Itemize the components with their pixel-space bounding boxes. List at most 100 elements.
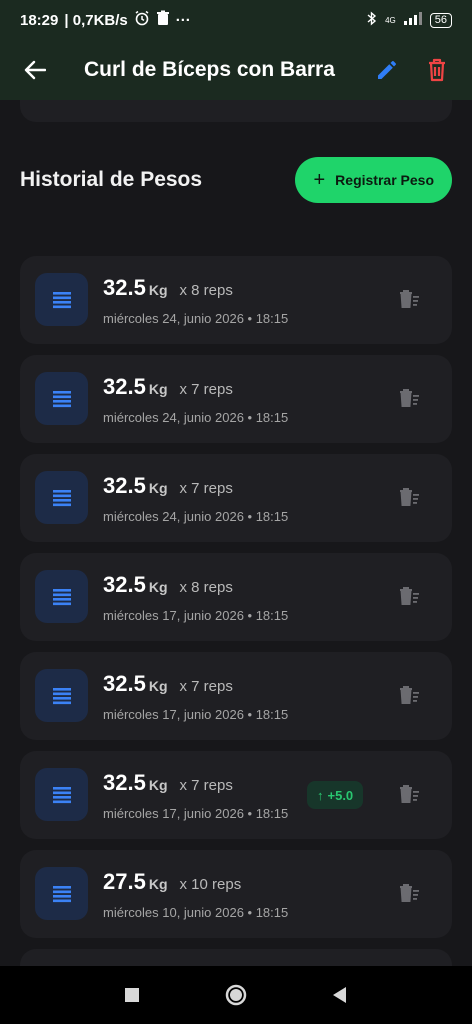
entry-reps: x 10 reps	[179, 876, 242, 893]
triangle-back-icon	[333, 987, 346, 1003]
arrow-up-icon: ↑	[317, 787, 324, 803]
list-icon	[35, 471, 88, 524]
weight-line: 32.5 Kg x 7 reps	[103, 671, 233, 697]
home-button[interactable]	[216, 975, 256, 1015]
delete-sweep-icon	[397, 486, 421, 513]
history-entry-card[interactable]: 27.5 Kg x 10 reps miércoles 10, junio 20…	[20, 850, 452, 938]
delete-exercise-button[interactable]	[420, 53, 454, 87]
delete-sweep-icon	[397, 882, 421, 909]
weight-line: 32.5 Kg x 7 reps	[103, 473, 233, 499]
status-speed: | 0,7KB/s	[64, 11, 128, 29]
square-recents-icon	[125, 988, 139, 1002]
delete-sweep-icon	[397, 783, 421, 810]
history-header: Historial de Pesos + Registrar Peso	[20, 156, 452, 204]
delete-entry-button[interactable]	[394, 583, 424, 613]
entry-date: miércoles 10, junio 2026 • 18:15	[103, 905, 289, 920]
entry-date: miércoles 24, junio 2026 • 18:15	[103, 509, 289, 524]
status-time: 18:29	[20, 11, 59, 29]
entry-reps: x 8 reps	[179, 579, 233, 596]
history-entry-card-partial[interactable]	[20, 949, 452, 966]
alarm-icon	[134, 10, 150, 30]
circle-home-icon	[225, 984, 247, 1006]
history-entry-card[interactable]: 32.5 Kg x 7 reps miércoles 24, junio 202…	[20, 454, 452, 542]
entry-unit: Kg	[148, 381, 168, 397]
entry-date: miércoles 17, junio 2026 • 18:15	[103, 608, 289, 623]
delete-entry-button[interactable]	[394, 385, 424, 415]
history-entry-card[interactable]: 32.5 Kg x 8 reps miércoles 24, junio 202…	[20, 256, 452, 344]
list-icon	[35, 768, 88, 821]
weight-line: 32.5 Kg x 8 reps	[103, 572, 233, 598]
delete-entry-button[interactable]	[394, 682, 424, 712]
exercise-summary-card	[20, 100, 452, 122]
plus-icon: +	[313, 169, 326, 191]
entry-reps: x 7 reps	[179, 480, 233, 497]
history-title: Historial de Pesos	[20, 168, 203, 191]
history-entry-card[interactable]: 32.5 Kg x 7 reps miércoles 17, junio 202…	[20, 751, 452, 839]
delete-entry-button[interactable]	[394, 286, 424, 316]
delete-entry-button[interactable]	[394, 880, 424, 910]
weight-line: 32.5 Kg x 7 reps	[103, 770, 233, 796]
list-icon	[35, 867, 88, 920]
entry-weight: 27.5	[103, 869, 146, 894]
entry-weight: 32.5	[103, 275, 146, 300]
delete-sweep-icon	[397, 288, 421, 315]
entry-reps: x 7 reps	[179, 777, 233, 794]
weight-line: 27.5 Kg x 10 reps	[103, 869, 241, 895]
system-nav-bar	[0, 966, 472, 1024]
content-scroll[interactable]: Historial de Pesos + Registrar Peso 32.5…	[0, 100, 472, 966]
bluetooth-icon	[367, 11, 377, 29]
entry-unit: Kg	[148, 777, 168, 793]
battery-indicator: 56	[429, 12, 452, 28]
history-entry-card[interactable]: 32.5 Kg x 7 reps miércoles 24, junio 202…	[20, 355, 452, 443]
entry-weight: 32.5	[103, 572, 146, 597]
trash-icon	[429, 58, 445, 82]
entry-weight: 32.5	[103, 671, 146, 696]
register-weight-button[interactable]: + Registrar Peso	[295, 157, 452, 203]
history-entry-card[interactable]: 32.5 Kg x 7 reps miércoles 17, junio 202…	[20, 652, 452, 740]
entry-unit: Kg	[148, 579, 168, 595]
network-label: 4G	[385, 15, 396, 25]
delete-sweep-icon	[397, 684, 421, 711]
history-entry-card[interactable]: 32.5 Kg x 8 reps miércoles 17, junio 202…	[20, 553, 452, 641]
entry-unit: Kg	[148, 480, 168, 496]
entry-date: miércoles 24, junio 2026 • 18:15	[103, 410, 289, 425]
signal-icon	[403, 12, 422, 28]
badge-value: +5.0	[327, 787, 354, 803]
app-bar: Curl de Bíceps con Barra	[0, 40, 472, 100]
entry-reps: x 7 reps	[179, 381, 233, 398]
list-icon	[35, 669, 88, 722]
delete-entry-button[interactable]	[394, 484, 424, 514]
entry-weight: 32.5	[103, 473, 146, 498]
entry-weight: 32.5	[103, 770, 146, 795]
recents-button[interactable]	[112, 975, 152, 1015]
weight-history-list: 32.5 Kg x 8 reps miércoles 24, junio 202…	[20, 256, 452, 966]
list-icon	[35, 273, 88, 326]
edit-button[interactable]	[370, 53, 404, 87]
status-left: 18:29 | 0,7KB/s ···	[20, 10, 191, 30]
entry-unit: Kg	[148, 678, 168, 694]
delete-sweep-icon	[397, 387, 421, 414]
system-back-button[interactable]	[320, 975, 360, 1015]
weight-line: 32.5 Kg x 8 reps	[103, 275, 233, 301]
entry-reps: x 7 reps	[179, 678, 233, 695]
back-button[interactable]	[18, 53, 52, 87]
entry-date: miércoles 17, junio 2026 • 18:15	[103, 806, 289, 821]
list-icon	[35, 372, 88, 425]
entry-weight: 32.5	[103, 374, 146, 399]
entry-date: miércoles 17, junio 2026 • 18:15	[103, 707, 289, 722]
entry-date: miércoles 24, junio 2026 • 18:15	[103, 311, 289, 326]
weight-increase-badge: ↑ +5.0	[307, 781, 364, 809]
page-title: Curl de Bíceps con Barra	[84, 58, 335, 81]
arrow-left-icon	[24, 60, 46, 80]
list-icon	[35, 570, 88, 623]
entry-reps: x 8 reps	[179, 282, 233, 299]
status-bar: 18:29 | 0,7KB/s ··· 4G 56	[0, 0, 472, 40]
weight-line: 32.5 Kg x 7 reps	[103, 374, 233, 400]
entry-unit: Kg	[148, 876, 168, 892]
register-weight-label: Registrar Peso	[335, 172, 434, 188]
delete-sweep-icon	[397, 585, 421, 612]
trash-notification-icon	[156, 10, 170, 30]
pencil-icon	[378, 61, 396, 79]
delete-entry-button[interactable]	[394, 781, 424, 811]
entry-unit: Kg	[148, 282, 168, 298]
